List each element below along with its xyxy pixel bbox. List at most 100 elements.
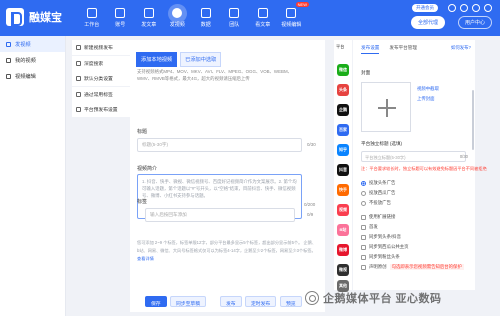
platform-icon[interactable]: 知乎 (337, 144, 349, 156)
nav-articles[interactable]: 发文章 (135, 0, 163, 36)
platform-title-label: 平台独立标题 (选填) (361, 141, 403, 146)
vip-button[interactable]: 开通会员 (412, 4, 438, 12)
left-sidebar: 发视频 我的视频 视频编辑 (0, 36, 66, 316)
upload-cover-link[interactable]: 上传封面 (417, 96, 435, 102)
tags-label: 标签 (137, 199, 148, 205)
platform-icon[interactable]: 百家 (337, 124, 349, 136)
watermark-text: 企鹅媒体平台 亚心数码 (323, 293, 442, 305)
sidebar-item-my-videos[interactable]: 我的视频 (0, 52, 65, 68)
help-icon[interactable] (460, 4, 468, 12)
article-icon (143, 8, 154, 18)
nav-video-edit[interactable]: 视频编辑 NEW (278, 0, 309, 36)
nav-videos[interactable]: 发视频 (164, 0, 192, 36)
checkbox-sync-xigua[interactable]: 同步到西瓜公共主页 (361, 244, 409, 250)
account-icon (115, 8, 126, 18)
summary-counter: 0/200 (304, 202, 316, 207)
tag-icon (76, 91, 81, 97)
bottom-action-bar: 保存 同步至草稿 发布 定时发布 预览 (130, 290, 325, 312)
edit-icon (6, 73, 11, 79)
tags-counter: 0/9 (307, 212, 314, 217)
search-icon (76, 60, 81, 66)
checkbox-first-publish[interactable]: 首发 (361, 224, 378, 230)
video-form: 添加本地视频 已添加中选取 支持视频格式MP4、MOV、MKV、AVI、FLV、… (130, 40, 325, 290)
tool-deep-search[interactable]: 深度搜索 (72, 55, 132, 71)
bell-icon[interactable] (448, 4, 456, 12)
data-icon (200, 8, 211, 18)
radio-icon (361, 190, 366, 196)
checkbox-extended-link[interactable]: 使用扩展链接 (361, 214, 395, 220)
sync-draft-button[interactable]: 同步至草稿 (170, 296, 206, 307)
platform-icon[interactable]: 头条 (337, 84, 349, 96)
checkbox-icon (361, 264, 366, 270)
platform-icon[interactable]: 视频 (337, 204, 349, 216)
radio-icon (361, 200, 366, 206)
supported-formats-text: 支持视频格式MP4、MOV、MKV、AVI、FLV、MPEG、OGG、VOB、W… (137, 69, 292, 81)
tool-platform-presets[interactable]: 平台预发布设置 (72, 102, 132, 117)
schedule-publish-button[interactable]: 定时发布 (245, 296, 277, 307)
radio-toutiao-ads[interactable]: 投放头条广告 (361, 180, 395, 186)
main-nav: 工作台 账号 发文章 发视频 数据 团队 看文章 视频编辑 NEW (78, 0, 309, 36)
scissors-icon (286, 8, 297, 18)
nav-accounts[interactable]: 账号 (107, 0, 135, 36)
preview-button[interactable]: 预览 (280, 296, 302, 307)
tool-new-video[interactable]: 新建视频发布 (72, 40, 132, 55)
summary-label: 视频简介 (137, 166, 158, 172)
tab-select-added[interactable]: 已添加中选取 (180, 52, 222, 67)
platform-icon[interactable]: 企鹅 (337, 104, 349, 116)
nav-workbench[interactable]: 工作台 (78, 0, 106, 36)
save-button[interactable]: 保存 (145, 296, 167, 307)
how-to-publish-link[interactable]: 如何发布? (451, 45, 471, 51)
tab-add-local-video[interactable]: 添加本地视频 (136, 52, 178, 67)
checkbox-sync-fans[interactable]: 同步到粉丝头条 (361, 254, 400, 260)
close-icon[interactable] (484, 4, 492, 12)
tool-default-category[interactable]: 默认分类设置 (72, 71, 132, 86)
platform-column: 平台 微信 头条 企鹅 百家 知乎 抖音 快手 视频 B站 微博 微视 其他 (334, 40, 352, 292)
workbench-icon (86, 8, 97, 18)
app-logo[interactable]: 融媒宝 (6, 8, 62, 26)
nav-read[interactable]: 看文章 (249, 0, 277, 36)
new-badge: NEW (295, 2, 309, 7)
team-icon (229, 8, 240, 18)
nav-data[interactable]: 数据 (192, 0, 220, 36)
all-agents-button[interactable]: 全部代理 (410, 16, 445, 29)
platform-icon[interactable]: 抖音 (337, 164, 349, 176)
tab-platform-management[interactable]: 发布平台管理 (389, 45, 417, 54)
plus-icon (76, 45, 81, 50)
platform-icon[interactable]: 微视 (337, 264, 349, 276)
sidebar-item-video-edit[interactable]: 视频编辑 (0, 68, 65, 84)
settings-scrollbar[interactable] (472, 90, 474, 150)
nav-team[interactable]: 团队 (221, 0, 249, 36)
tab-publish-settings[interactable]: 发布设置 (361, 45, 380, 54)
sidebar-item-publish-video[interactable]: 发视频 (0, 36, 65, 52)
platform-icon[interactable]: 微博 (337, 244, 349, 256)
tools-column: 新建视频发布 深度搜索 默认分类设置 通过常用标签 平台预发布设置 (72, 40, 132, 118)
cover-from-video-link[interactable]: 视频中截取 (417, 86, 439, 92)
tool-common-tags[interactable]: 通过常用标签 (72, 86, 132, 102)
checkbox-icon (361, 244, 366, 250)
radio-xigua-ads[interactable]: 投放西瓜广告 (361, 190, 395, 196)
checkbox-icon (361, 254, 366, 260)
platform-icon[interactable]: 微信 (337, 64, 349, 76)
radio-checked-icon (361, 180, 366, 186)
video-icon (172, 8, 183, 18)
platform-icon[interactable]: 快手 (337, 184, 349, 196)
minimize-icon[interactable] (472, 4, 480, 12)
platform-title-input[interactable]: 平台独立标题(5-30字) (361, 151, 466, 162)
publish-button[interactable]: 发布 (220, 296, 242, 307)
tips-details-link[interactable]: 查看详情 (137, 256, 154, 261)
tags-input[interactable]: 输入后按回车添加 (145, 208, 295, 222)
watermark: 企鹅媒体平台 亚心数码 (305, 290, 442, 306)
radio-no-ads[interactable]: 不投放广告 (361, 200, 391, 206)
platform-title-counter: 0/30 (459, 154, 468, 159)
cover-upload-box[interactable] (361, 82, 411, 132)
checkbox-original[interactable]: 声明原创 勾选即表示您视频需告知后台的保护 (361, 264, 464, 270)
cover-label: 封面 (361, 70, 371, 75)
folder-icon (6, 57, 11, 63)
checkbox-sync-toutiao[interactable]: 同步到头条/抖音 (361, 234, 401, 240)
platform-icon[interactable]: B站 (337, 224, 349, 236)
platform-label: 平台 (336, 44, 345, 49)
publish-settings-panel: 发布设置 发布平台管理 如何发布? 封面 视频中截取 上传封面 平台独立标题 (… (353, 40, 487, 290)
title-input[interactable]: 标题(5-30字) (137, 138, 302, 152)
user-center-button[interactable]: 用户中心 (457, 16, 492, 29)
checkbox-icon (361, 224, 366, 230)
